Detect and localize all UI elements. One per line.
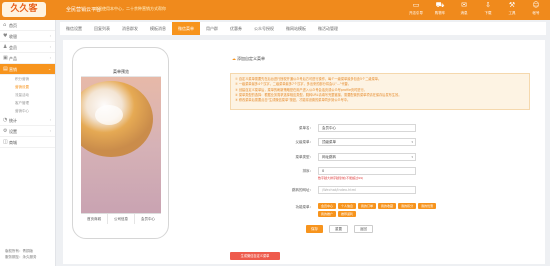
preview-title: 菜单预览	[81, 66, 161, 77]
function-button[interactable]: 我的积分	[398, 203, 417, 209]
top-header: 久久客 全民营销云平台 欢迎使用本中心，二十余种营销方式帮你 ▭ 开店引导 ⛟ 购物…	[0, 0, 550, 20]
stats-icon: ◔	[3, 117, 8, 123]
parent-menu-row: 父级菜单： 顶级菜单 ▾	[230, 138, 530, 146]
sidebar: ⌂ 首页 ♥ 收银 › ♟ 会员 › ▣ 产品 › ▤ 营销 ⌄ 积分营销 营销设置 流量活动 客…	[0, 20, 56, 266]
tips-box: ① 自定义菜单需要先在后台进行授权开通公众号后方可进行操作，每个一级菜单最多包含…	[230, 73, 530, 110]
sidebar-item-settings[interactable]: ⚙ 设置 ›	[0, 126, 55, 137]
sidebar-item-stats[interactable]: ◔ 统计 ›	[0, 115, 55, 126]
form-title: ☁添加自定义菜单	[232, 56, 265, 61]
heart-icon: ♥	[3, 33, 8, 39]
chevron-right-icon: ›	[49, 56, 51, 60]
message-icon[interactable]: ✉ 消息	[452, 0, 476, 20]
tab-template-message[interactable]: 模板消息	[144, 22, 172, 35]
reset-button[interactable]: 重置	[329, 225, 348, 233]
preview-menu-bar: 首页商城 公司信息 会员中心	[81, 213, 161, 224]
preview-menu-item[interactable]: 会员中心	[134, 214, 161, 224]
sidebar-subitem[interactable]: 积分营销	[0, 75, 55, 83]
preview-menu-item[interactable]: 首页商城	[81, 214, 107, 224]
function-button[interactable]: 我的推广	[318, 211, 337, 217]
menu-name-input[interactable]: 会员中心	[318, 124, 416, 132]
settings-icon: ⚙	[3, 128, 8, 134]
function-button[interactable]: 我的收藏	[378, 203, 397, 209]
tab-wechat-menu[interactable]: 微信菜单	[172, 22, 200, 35]
sort-input[interactable]: 0	[318, 167, 416, 175]
url-row: 跳转的网址： /Wechat/Index.html	[230, 186, 530, 194]
function-button[interactable]: 会员中心	[318, 203, 337, 209]
store-icon: ◫	[3, 139, 8, 145]
sidebar-item-members[interactable]: ♟ 会员 ›	[0, 42, 55, 53]
function-button[interactable]: 个人信息	[338, 203, 357, 209]
tab-user-group[interactable]: 用户群	[200, 22, 224, 35]
menu-type-select[interactable]: 网址跳转 ▾	[318, 153, 416, 161]
function-button[interactable]: 我的订单	[358, 203, 377, 209]
sidebar-footer: 版权所有：青铜版 服务期至：永久服务	[5, 248, 37, 260]
monitor-icon[interactable]: ▭ 开店引导	[404, 0, 428, 20]
back-button[interactable]: 返回	[354, 225, 373, 233]
chevron-right-icon: ›	[49, 129, 51, 133]
url-input[interactable]: /Wechat/Index.html	[318, 186, 416, 194]
function-menu-buttons: 会员中心 个人信息 我的订单 我的收藏 我的积分 我的优惠 我的推广 推荐返利	[318, 203, 442, 217]
tab-wechat-settings[interactable]: 微信设置	[60, 22, 88, 35]
generate-menu-button[interactable]: 生成微信自定义菜单	[230, 252, 280, 260]
sidebar-item-products[interactable]: ▣ 产品 ›	[0, 53, 55, 64]
download-icon[interactable]: ⇩ 下载	[476, 0, 500, 20]
tab-coupons[interactable]: 优惠券	[224, 22, 248, 35]
function-button[interactable]: 推荐返利	[338, 211, 357, 217]
tab-site-template[interactable]: 微网站模板	[280, 22, 312, 35]
form-buttons: 保存 重置 返回	[306, 225, 373, 233]
preview-image	[81, 77, 161, 213]
chevron-down-icon: ⌄	[48, 67, 51, 71]
sidebar-item-marketing[interactable]: ▤ 营销 ⌄	[0, 64, 55, 75]
sort-row: 排序： 0	[230, 167, 530, 175]
parent-menu-select[interactable]: 顶级菜单 ▾	[318, 138, 416, 146]
logo[interactable]: 久久客	[2, 2, 46, 17]
tab-activity[interactable]: 微活动管理	[312, 22, 344, 35]
preview-menu-item[interactable]: 公司信息	[107, 214, 134, 224]
tool-icon[interactable]: ⚒ 工具	[500, 0, 524, 20]
tab-bar: 微信设置 回复列表 消息群发 模板消息 微信菜单 用户群 优惠券 公众号授权 微…	[60, 22, 546, 35]
function-button[interactable]: 我的优惠	[418, 203, 437, 209]
cart-icon[interactable]: ⛟ 购物车	[428, 0, 452, 20]
home-icon: ⌂	[3, 22, 7, 28]
tab-reply-list[interactable]: 回复列表	[88, 22, 116, 35]
sidebar-subitem[interactable]: 客户管理	[0, 99, 55, 107]
sidebar-item-store[interactable]: ◫ 商城	[0, 137, 55, 148]
sort-help-text: 数字越大排序越靠前(不能超过99)	[318, 176, 364, 180]
phone-screen: 菜单预览 首页商城 公司信息 会员中心	[81, 66, 161, 224]
chevron-right-icon: ›	[49, 34, 51, 38]
phone-preview: 菜单预览 首页商城 公司信息 会员中心	[72, 47, 169, 239]
tab-mass-message[interactable]: 消息群发	[116, 22, 144, 35]
sidebar-item-cashier[interactable]: ♥ 收银 ›	[0, 31, 55, 42]
latte-photo	[81, 77, 161, 213]
sidebar-item-home[interactable]: ⌂ 首页	[0, 20, 55, 31]
box-icon: ▣	[3, 55, 8, 61]
service-period-text: 服务期至：永久服务	[5, 255, 37, 259]
menu-name-row: 菜单名： 会员中心	[230, 124, 530, 132]
save-button[interactable]: 保存	[306, 225, 323, 233]
chevron-down-icon: ▾	[411, 140, 413, 144]
top-icon-bar: ▭ 开店引导 ⛟ 购物车 ✉ 消息 ⇩ 下载 ⚒ 工具 ☺ 帐号	[404, 0, 548, 20]
chat-icon: ☁	[232, 56, 236, 61]
chart-icon: ▤	[3, 66, 8, 72]
notice-marquee: 欢迎使用本中心，二十余种营销方式帮你	[94, 6, 166, 11]
tip-line: ⑤ 修改菜单后需要点击"生成微信菜单"按钮，才能将设置的菜单同步到公众号中。	[235, 98, 351, 103]
menu-type-row: 菜单类型： 网址跳转 ▾	[230, 153, 530, 161]
chevron-right-icon: ›	[49, 45, 51, 49]
tab-authorization[interactable]: 公众号授权	[248, 22, 280, 35]
sidebar-subitem-active[interactable]: 营销设置	[0, 83, 55, 91]
chevron-down-icon: ▾	[411, 155, 413, 159]
chevron-right-icon: ›	[49, 118, 51, 122]
sidebar-subitem[interactable]: 营销中心	[0, 107, 55, 115]
sidebar-subitem[interactable]: 流量活动	[0, 91, 55, 99]
people-icon: ♟	[3, 44, 8, 50]
user-icon[interactable]: ☺ 帐号	[524, 0, 548, 20]
